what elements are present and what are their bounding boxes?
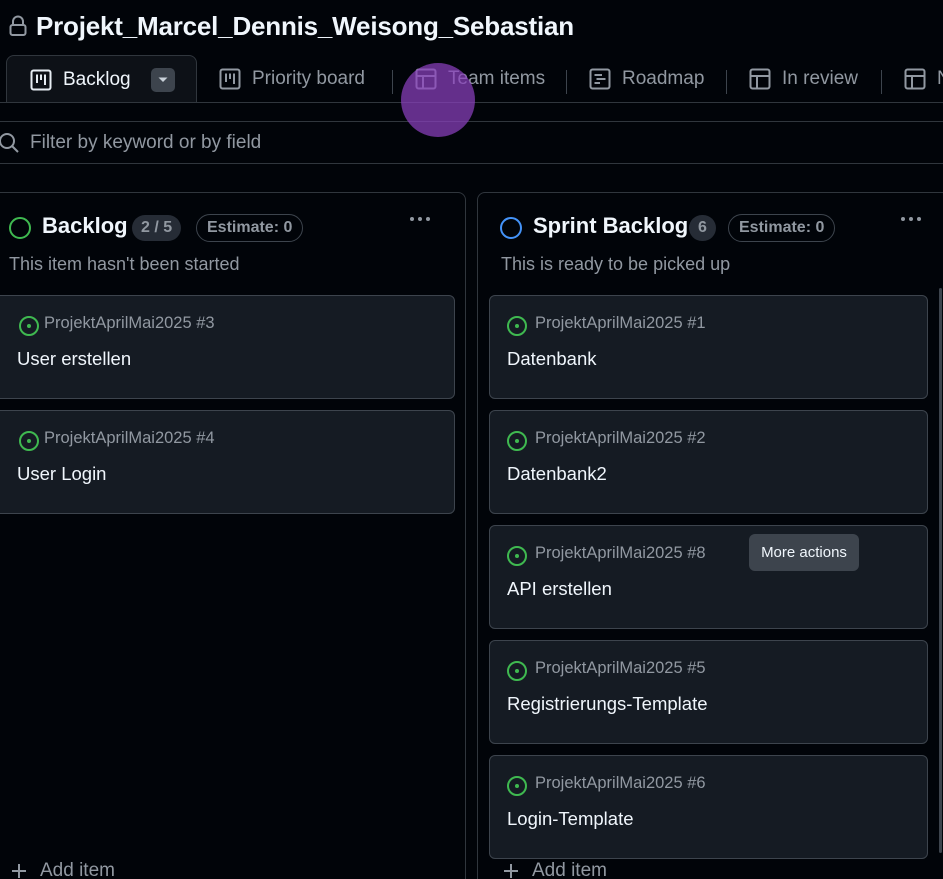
board-icon	[219, 68, 241, 90]
board-card[interactable]: ProjektAprilMai2025 #2 Datenbank2	[489, 410, 928, 514]
kebab-dot	[917, 217, 921, 221]
add-item-button[interactable]: Add item	[10, 860, 115, 879]
board-column-backlog: Backlog 2 / 5 Estimate: 0 This item hasn…	[0, 192, 466, 879]
column-title: Backlog	[42, 213, 128, 238]
column-description: This item hasn't been started	[9, 254, 240, 274]
column-options-button[interactable]	[896, 207, 926, 231]
column-scrollbar[interactable]	[939, 288, 942, 853]
tab-label: Backlog	[63, 68, 131, 90]
card-repo-label[interactable]: ProjektAprilMai2025 #6	[535, 774, 706, 793]
open-issue-icon	[19, 316, 39, 336]
project-board-page: Projekt_Marcel_Dennis_Weisong_Sebastian …	[0, 0, 943, 879]
tab-separator	[392, 70, 393, 94]
tab-label: N	[937, 68, 943, 90]
card-title[interactable]: Datenbank2	[507, 463, 607, 485]
kebab-dot	[418, 217, 422, 221]
column-header: Sprint Backlog 6 Estimate: 0 This is rea…	[478, 193, 943, 283]
plus-icon	[504, 864, 518, 878]
card-repo-label[interactable]: ProjektAprilMai2025 #2	[535, 429, 706, 448]
card-title[interactable]: Registrierungs-Template	[507, 693, 708, 715]
kebab-dot	[909, 217, 913, 221]
project-title: Projekt_Marcel_Dennis_Weisong_Sebastian	[36, 10, 574, 41]
board-card[interactable]: ProjektAprilMai2025 #6 Login-Template	[489, 755, 928, 859]
open-issue-icon	[507, 776, 527, 796]
board-card[interactable]: ProjektAprilMai2025 #1 Datenbank	[489, 295, 928, 399]
card-title[interactable]: User erstellen	[17, 348, 131, 370]
roadmap-icon	[589, 68, 611, 90]
filter-bar	[0, 121, 943, 164]
item-count-badge: 6	[689, 215, 716, 241]
search-icon	[0, 132, 19, 153]
open-issue-icon	[507, 431, 527, 451]
tab-separator	[881, 70, 882, 94]
add-item-label: Add item	[532, 860, 607, 879]
open-issue-icon	[507, 661, 527, 681]
tab-separator	[726, 70, 727, 94]
open-issue-icon	[19, 431, 39, 451]
column-description: This is ready to be picked up	[501, 254, 731, 274]
card-repo-label[interactable]: ProjektAprilMai2025 #4	[44, 429, 215, 448]
tab-label: Priority board	[252, 68, 365, 89]
column-header: Backlog 2 / 5 Estimate: 0 This item hasn…	[0, 193, 465, 283]
column-options-button[interactable]	[405, 207, 435, 231]
status-circle-icon	[9, 217, 31, 239]
estimate-badge: Estimate: 0	[728, 214, 836, 242]
tab-priority-board[interactable]: Priority board	[219, 55, 365, 103]
open-issue-icon	[507, 316, 527, 336]
board-card[interactable]: ProjektAprilMai2025 #5 Registrierungs-Te…	[489, 640, 928, 744]
more-actions-tooltip: More actions	[749, 534, 859, 571]
triangle-down-icon	[158, 77, 168, 82]
card-title[interactable]: Login-Template	[507, 808, 634, 830]
table-icon	[904, 68, 926, 90]
tab-label: Team items	[448, 68, 546, 89]
filter-input[interactable]	[30, 131, 630, 154]
open-issue-icon	[507, 546, 527, 566]
tab-label: In review	[782, 68, 859, 89]
table-icon	[415, 68, 437, 90]
kebab-dot	[410, 217, 414, 221]
card-repo-label[interactable]: ProjektAprilMai2025 #3	[44, 314, 215, 333]
tab-team-items[interactable]: Team items	[415, 55, 545, 103]
board-card[interactable]: ProjektAprilMai2025 #8 API erstellen	[489, 525, 928, 629]
tabs-divider	[0, 102, 943, 103]
estimate-badge: Estimate: 0	[196, 214, 304, 242]
project-header: Projekt_Marcel_Dennis_Weisong_Sebastian	[8, 8, 574, 44]
card-title[interactable]: User Login	[17, 463, 106, 485]
lock-icon	[9, 15, 27, 36]
tab-separator	[566, 70, 567, 94]
view-tabs: Backlog Priority board Team items Roadma…	[0, 55, 943, 103]
tab-roadmap[interactable]: Roadmap	[589, 55, 704, 103]
card-repo-label[interactable]: ProjektAprilMai2025 #5	[535, 659, 706, 678]
board-column-sprint-backlog: Sprint Backlog 6 Estimate: 0 This is rea…	[477, 192, 943, 879]
add-item-button[interactable]: Add item	[502, 860, 607, 879]
item-count-badge: 2 / 5	[132, 215, 182, 241]
table-icon	[749, 68, 771, 90]
tab-more[interactable]: N	[904, 55, 943, 103]
tab-backlog[interactable]: Backlog	[6, 55, 197, 103]
board-icon	[30, 69, 52, 90]
kebab-dot	[901, 217, 905, 221]
status-circle-icon	[500, 217, 522, 239]
tab-in-review[interactable]: In review	[749, 55, 858, 103]
card-repo-label[interactable]: ProjektAprilMai2025 #1	[535, 314, 706, 333]
tab-options-button[interactable]	[150, 67, 175, 92]
board-card[interactable]: ProjektAprilMai2025 #3 User erstellen	[0, 295, 455, 399]
tab-label: Roadmap	[622, 68, 705, 89]
kebab-dot	[426, 217, 430, 221]
card-title[interactable]: Datenbank	[507, 348, 596, 370]
card-repo-label[interactable]: ProjektAprilMai2025 #8	[535, 544, 706, 563]
plus-icon	[12, 864, 26, 878]
board-card[interactable]: ProjektAprilMai2025 #4 User Login	[0, 410, 455, 514]
add-item-label: Add item	[40, 860, 115, 879]
column-title: Sprint Backlog	[533, 213, 689, 238]
card-title[interactable]: API erstellen	[507, 578, 612, 600]
